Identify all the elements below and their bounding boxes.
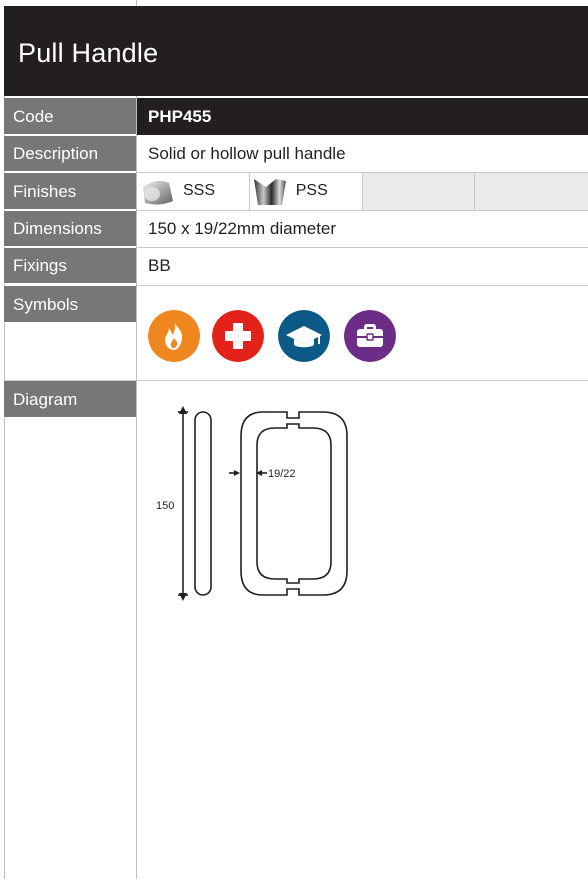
description-label: Description — [4, 136, 136, 172]
finish-label: PSS — [295, 182, 328, 199]
handle-front-inner — [256, 423, 332, 584]
medical-cross-icon — [212, 310, 264, 362]
finish-item-sss: SSS — [137, 173, 250, 210]
briefcase-icon — [344, 310, 396, 362]
pull-handle-diagram: 150 19/22 — [156, 406, 348, 601]
code-value: PHP455 — [137, 98, 588, 135]
product-sheet: Pull Handle Code PHP455 Description Soli… — [0, 0, 588, 883]
dimensions-value: 150 x 19/22mm diameter — [148, 219, 337, 238]
finish-label: SSS — [183, 182, 216, 199]
diameter-dimension-label: 19/22 — [268, 468, 296, 480]
header-bar: Pull Handle — [4, 6, 588, 96]
finishes-list: SSS PSS — [137, 173, 588, 210]
polished-stainless-steel-swatch — [253, 179, 286, 205]
fixings-label: Fixings — [4, 248, 136, 284]
finish-item-pss: PSS — [250, 173, 363, 210]
height-dimension-label: 150 — [156, 500, 174, 512]
symbols-label: Symbols — [4, 286, 136, 323]
graduation-cap-icon — [278, 310, 330, 362]
code-label: Code — [4, 98, 136, 135]
row-divider — [137, 285, 588, 286]
finish-item-empty — [362, 173, 476, 210]
description-value: Solid or hollow pull handle — [148, 144, 346, 163]
satin-stainless-steel-swatch — [143, 180, 173, 205]
page-title: Pull Handle — [18, 38, 159, 68]
diagram-area: 150 19/22 — [137, 381, 588, 881]
diagram-label: Diagram — [4, 381, 136, 418]
fire-icon — [148, 310, 200, 362]
finish-item-empty — [475, 173, 588, 210]
dimensions-label: Dimensions — [4, 211, 136, 247]
fixings-value: BB — [148, 256, 171, 275]
finishes-label: Finishes — [4, 173, 136, 210]
side-view-bar — [194, 411, 212, 596]
